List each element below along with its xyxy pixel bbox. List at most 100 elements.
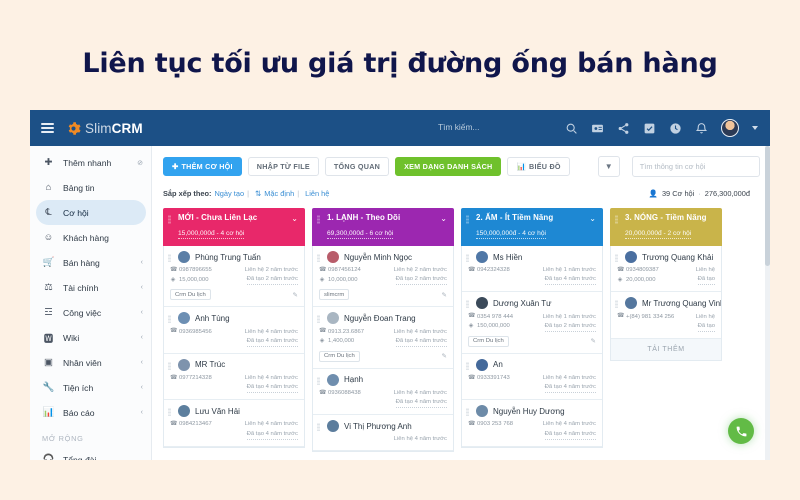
drag-handle-icon[interactable] [466,408,469,417]
drag-handle-icon[interactable] [466,300,469,309]
contacts-icon[interactable] [591,122,604,135]
edit-icon[interactable]: ✎ [591,337,596,345]
menu-toggle-icon[interactable] [41,120,54,135]
badge-icon: ▣ [44,357,53,368]
kanban-card[interactable]: Trương Quang Khải ☎ 0934809387 Liên hệ ◈ 2… [611,246,721,293]
overview-button[interactable]: TỔNG QUAN [324,156,390,177]
column-header[interactable]: 2. ẤM - Ít Tiềm Năng 150,000,000đ - 4 cơ… [461,208,603,246]
edit-icon[interactable]: ✎ [442,291,447,299]
chevron-left-icon[interactable]: ‹ [141,384,143,391]
drag-handle-icon[interactable] [466,215,469,224]
scrollbar-thumb[interactable] [765,146,770,266]
bell-icon[interactable] [695,122,708,135]
sidebar-item-bang-tin[interactable]: ⌂ Bảng tin [30,175,151,200]
drag-handle-icon[interactable] [466,361,469,370]
chevron-left-icon[interactable]: ‹ [141,259,143,266]
share-icon[interactable] [617,122,630,135]
drag-handle-icon[interactable] [615,215,618,224]
chevron-left-icon[interactable]: ‹ [141,334,143,341]
sidebar-item-tong-dai[interactable]: 🎧 Tổng đài [30,447,151,460]
card-created: Đã tạo [697,322,715,332]
chevron-down-icon[interactable]: ⌄ [291,214,298,223]
card-tag[interactable]: slimcrm [319,289,350,301]
drag-handle-icon[interactable] [615,254,618,262]
vertical-scrollbar[interactable] [765,146,770,460]
chevron-left-icon[interactable]: ‹ [141,309,143,316]
sidebar-item-cong-viec[interactable]: ☲ Công việc ‹ [30,300,151,325]
kanban-card[interactable]: Mr Trương Quang Vinh ☎ +(84) 981 334 256 … [611,292,721,339]
sort-link-ngay-tao[interactable]: Ngày tạo [214,189,244,198]
chart-view-button[interactable]: 📊 BIỂU ĐỒ [507,156,570,177]
drag-handle-icon[interactable] [168,408,171,417]
drag-handle-icon[interactable] [168,215,171,224]
search-input[interactable]: Tìm thông tin cơ hội [631,156,760,177]
sidebar-item-tai-chinh[interactable]: ⚖ Tài chính ‹ [30,275,151,300]
sort-link-lien-he[interactable]: Liên hệ [305,189,329,198]
help-icon[interactable]: ⊘ [137,159,143,167]
chevron-left-icon[interactable]: ‹ [141,409,143,416]
card-created: Đã tạo 4 năm trước [246,430,298,440]
sidebar-item-them-nhanh[interactable]: ✚ Thêm nhanh ⊘ [30,150,151,175]
drag-handle-icon[interactable] [317,376,320,385]
drag-handle-icon[interactable] [317,215,320,224]
kanban-card[interactable]: Nguyễn Minh Ngọc ☎ 0987456124 Liên hệ 2 n… [313,246,453,308]
list-view-button[interactable]: XEM DẠNG DANH SÁCH [395,156,502,177]
kanban-card[interactable]: MR Trúc ☎ 0977214328 Liên hệ 4 năm trước … [164,353,304,401]
kanban-card[interactable]: An ☎ 0933391743 Liên hệ 4 năm trước Đã tạ… [462,353,602,401]
sidebar-item-ban-hang[interactable]: 🛒 Bán hàng ‹ [30,250,151,275]
column-header[interactable]: 3. NÓNG - Tiềm Năng 20,000,000đ - 2 cơ h… [610,208,722,246]
drag-handle-icon[interactable] [168,361,171,370]
kanban-card[interactable]: Dương Xuân Tư ☎ 0354 978 444 Liên hệ 1 nă… [462,292,602,354]
chevron-down-icon[interactable]: ⌄ [589,214,596,223]
call-fab-button[interactable] [728,418,754,444]
drag-handle-icon[interactable] [168,315,171,324]
kanban-card[interactable]: Lưu Văn Hải ☎ 0984213467 Liên hệ 4 năm tr… [164,400,304,447]
edit-icon[interactable]: ✎ [293,291,298,299]
sidebar-item-bao-cao[interactable]: 📊 Báo cáo ‹ [30,400,151,425]
sidebar-item-khach-hang[interactable]: ☺ Khách hàng [30,225,151,250]
chevron-left-icon[interactable]: ‹ [141,284,143,291]
column-header[interactable]: 1. LẠNH - Theo Dõi 69,300,000đ - 6 cơ hộ… [312,208,454,246]
kanban-card[interactable]: Nguyễn Huy Dương ☎ 0903 253 768 Liên hệ 4… [462,400,602,447]
chevron-left-icon[interactable]: ‹ [141,359,143,366]
import-file-button[interactable]: NHẬP TỪ FILE [247,156,319,177]
sidebar-item-nhan-vien[interactable]: ▣ Nhân viên ‹ [30,350,151,375]
card-tag[interactable]: Crm Du lịch [319,350,360,362]
sidebar-item-label: Tổng đài [63,454,97,461]
sort-link-mac-dinh[interactable]: Mặc định [264,189,294,198]
drag-handle-icon[interactable] [317,423,320,432]
tasks-icon[interactable] [643,122,656,135]
load-more-button[interactable]: TẢI THÊM [611,338,721,360]
kanban-card[interactable]: Ms Hiền ☎ 0942324328 Liên hệ 1 năm trước … [462,246,602,293]
timer-icon[interactable] [669,122,682,135]
kanban-card[interactable]: Anh Tùng ☎ 0936985456 Liên hệ 4 năm trước… [164,307,304,354]
search-icon[interactable] [565,122,578,135]
kanban-card[interactable]: Nguyễn Đoan Trang ☎ 0913.23.6867 Liên hệ … [313,307,453,369]
sidebar-item-tien-ich[interactable]: 🔧 Tiện ích ‹ [30,375,151,400]
sidebar-item-wiki[interactable]: 🆆 Wiki ‹ [30,325,151,350]
avatar[interactable] [721,119,739,137]
drag-handle-icon[interactable] [466,254,469,262]
brand-logo[interactable]: SlimCRM [66,121,143,136]
chevron-down-icon[interactable] [752,126,758,130]
sort-icon-default[interactable]: ⇅ [255,189,261,198]
chevron-down-icon[interactable]: ⌄ [440,214,447,223]
drag-handle-icon[interactable] [615,300,618,309]
funnel-icon[interactable]: ▼ [597,156,620,177]
drag-handle-icon[interactable] [317,315,320,324]
global-search-input[interactable]: Tìm kiếm... [438,122,479,132]
edit-icon[interactable]: ✎ [442,352,447,360]
card-name: MR Trúc [195,360,226,370]
sidebar-item-co-hoi[interactable]: ℄ Cơ hội [36,200,146,225]
column-header[interactable]: MỚI - Chưa Liên Lạc 15,000,000đ - 4 cơ h… [163,208,305,246]
drag-handle-icon[interactable] [317,254,320,262]
kanban-card[interactable]: Phùng Trung Tuấn ☎ 0987896655 Liên hệ 2 n… [164,246,304,308]
kanban-card[interactable]: Vi Thị Phương Anh Liên hệ 4 năm trước [313,415,453,452]
card-tag[interactable]: Crm Du lịch [170,289,211,301]
card-contacted: Liên hệ 4 năm trước [244,328,298,335]
add-opportunity-button[interactable]: ✚ THÊM CƠ HỘI [163,156,242,177]
card-tag[interactable]: Crm Du lịch [468,335,509,347]
kanban-board: MỚI - Chưa Liên Lạc 15,000,000đ - 4 cơ h… [163,208,760,458]
drag-handle-icon[interactable] [168,254,171,262]
kanban-card[interactable]: Hạnh ☎ 0936088438 Liên hệ 4 năm trước Đã … [313,368,453,416]
